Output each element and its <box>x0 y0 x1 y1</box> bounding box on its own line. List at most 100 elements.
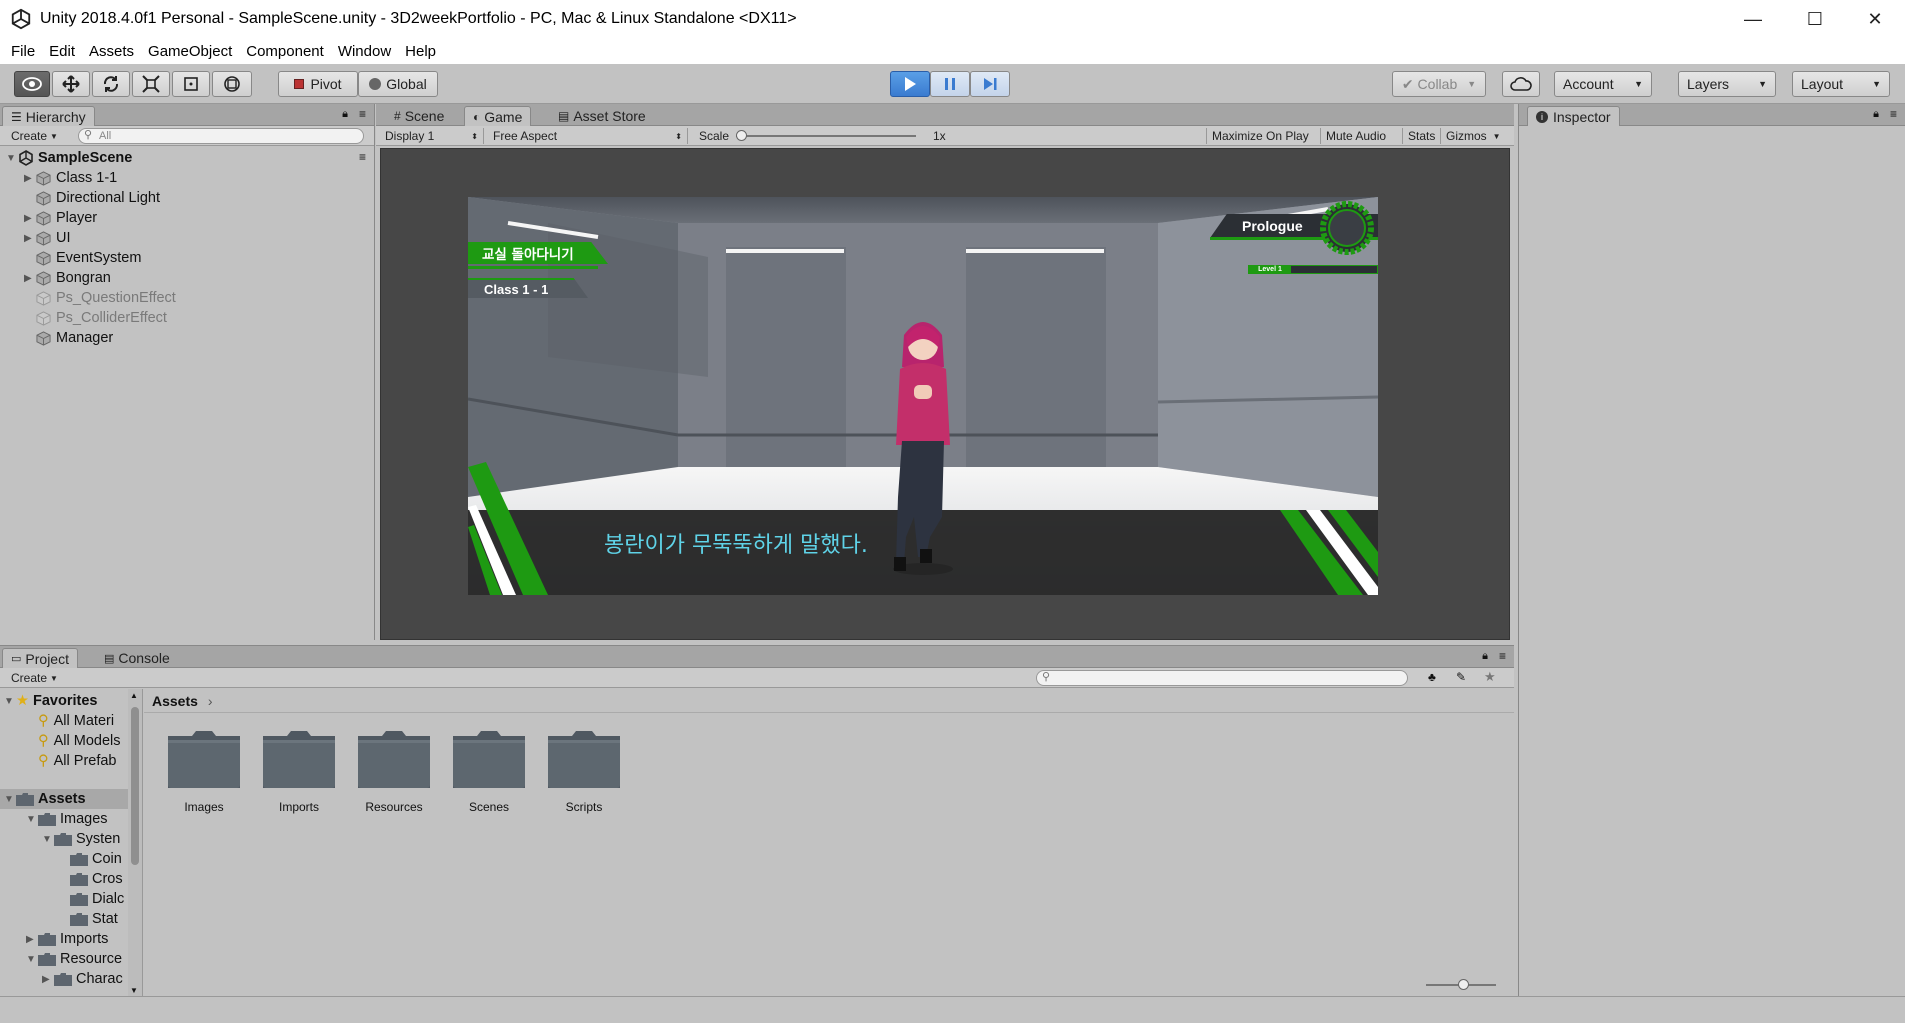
play-button[interactable] <box>890 71 930 97</box>
hierarchy-item[interactable]: EventSystem <box>24 248 141 268</box>
view-tool-button[interactable] <box>14 71 50 97</box>
asset-folder[interactable]: Scripts <box>534 724 634 824</box>
scale-tool-button[interactable] <box>132 71 170 97</box>
hierarchy-item[interactable]: Directional Light <box>24 188 160 208</box>
menu-gameobject[interactable]: GameObject <box>141 43 239 60</box>
hierarchy-item[interactable]: ▶ Bongran <box>24 268 111 288</box>
cloud-button[interactable] <box>1502 71 1540 97</box>
expand-arrow-icon[interactable]: ▼ <box>6 153 18 164</box>
panel-menu-icon[interactable]: ≡ <box>1499 649 1506 663</box>
stats-toggle[interactable]: Stats <box>1402 128 1440 144</box>
scene-menu-icon[interactable]: ≡ <box>359 150 366 164</box>
rotate-tool-button[interactable] <box>92 71 130 97</box>
expand-arrow-icon[interactable]: ▶ <box>24 173 36 184</box>
breadcrumb-assets[interactable]: Assets <box>152 693 198 709</box>
lock-icon[interactable]: 🔒︎ <box>1482 650 1488 663</box>
layers-dropdown[interactable]: Layers ▼ <box>1678 71 1776 97</box>
expand-arrow-icon[interactable]: ▶ <box>24 233 36 244</box>
asset-folder[interactable]: Resources <box>344 724 444 824</box>
filter-by-type-icon[interactable]: ♣ <box>1428 670 1436 684</box>
asset-tree-item[interactable]: Cros <box>58 869 123 889</box>
asset-tree-item[interactable]: ▼ Images <box>26 809 108 829</box>
aspect-dropdown[interactable]: Free Aspect ⬍ <box>488 128 688 144</box>
account-dropdown[interactable]: Account ▼ <box>1554 71 1652 97</box>
expand-arrow-icon[interactable]: ▼ <box>26 954 38 965</box>
scale-slider-thumb[interactable] <box>736 130 747 141</box>
menu-assets[interactable]: Assets <box>82 43 141 60</box>
asset-tree-item[interactable]: Coin <box>58 849 122 869</box>
maximize-button[interactable]: ☐ <box>1786 0 1844 38</box>
minimize-button[interactable]: — <box>1724 0 1782 38</box>
pivot-toggle[interactable]: Pivot <box>278 71 358 97</box>
hierarchy-item[interactable]: ▶ Player <box>24 208 97 228</box>
panel-menu-icon[interactable]: ≡ <box>359 107 366 121</box>
menu-window[interactable]: Window <box>331 43 398 60</box>
step-button[interactable] <box>970 71 1010 97</box>
mute-audio-toggle[interactable]: Mute Audio <box>1320 128 1391 144</box>
asset-tree-item[interactable]: ▼ Resource <box>26 949 122 969</box>
expand-arrow-icon[interactable]: ▼ <box>26 814 38 825</box>
hierarchy-item[interactable]: ▶ UI <box>24 228 71 248</box>
hierarchy-item[interactable]: Ps_ColliderEffect <box>24 308 167 328</box>
tree-scrollbar[interactable]: ▲ ▼ <box>128 689 142 997</box>
close-button[interactable]: ✕ <box>1846 0 1904 38</box>
tab-game[interactable]: ◐ Game <box>464 106 532 126</box>
favorite-item[interactable]: ⚲ All Materi <box>38 711 114 731</box>
tab-console[interactable]: ▤ Console <box>96 648 178 668</box>
panel-menu-icon[interactable]: ≡ <box>1890 107 1897 121</box>
asset-folder[interactable]: Scenes <box>439 724 539 824</box>
asset-folder[interactable]: Imports <box>249 724 349 824</box>
lock-icon[interactable]: 🔒︎ <box>1873 108 1879 121</box>
filter-by-label-icon[interactable]: ✎ <box>1456 670 1466 684</box>
gizmos-dropdown[interactable]: Gizmos ▼ <box>1440 128 1506 144</box>
tab-project[interactable]: ▭ Project <box>2 648 78 668</box>
asset-tree-item[interactable]: ▶ Charac <box>42 969 123 989</box>
expand-arrow-icon[interactable]: ▶ <box>24 213 36 224</box>
project-create-button[interactable]: Create ▼ <box>6 670 63 686</box>
assets-row[interactable]: ▼ Assets <box>4 789 86 809</box>
collab-dropdown[interactable]: ✔ Collab ▼ <box>1392 71 1486 97</box>
favorite-item[interactable]: ⚲ All Prefab <box>38 751 117 771</box>
maximize-on-play-toggle[interactable]: Maximize On Play <box>1206 128 1314 144</box>
hierarchy-create-button[interactable]: Create ▼ <box>6 128 63 144</box>
favorite-item[interactable]: ⚲ All Models <box>38 731 121 751</box>
hierarchy-item[interactable]: ▶ Class 1-1 <box>24 168 117 188</box>
asset-folder[interactable]: Images <box>154 724 254 824</box>
tab-inspector[interactable]: i Inspector <box>1527 106 1620 126</box>
icon-size-slider-thumb[interactable] <box>1458 979 1469 990</box>
asset-tree-item[interactable]: ▼ Systen <box>42 829 120 849</box>
tab-scene[interactable]: # Scene <box>386 106 452 126</box>
favorites-row[interactable]: ▼ ★ Favorites <box>4 691 97 711</box>
menu-edit[interactable]: Edit <box>42 43 82 60</box>
tab-hierarchy[interactable]: ☰ Hierarchy <box>2 106 95 126</box>
game-viewport[interactable]: 교실 돌아다니기 Class 1 - 1 Prologue Level 1 봉란… <box>380 148 1510 640</box>
rect-tool-button[interactable] <box>172 71 210 97</box>
tab-asset-store[interactable]: ▤ Asset Store <box>550 106 654 126</box>
expand-arrow-icon[interactable]: ▶ <box>42 974 54 985</box>
scroll-up-icon[interactable]: ▲ <box>130 691 138 700</box>
project-search-input[interactable] <box>1036 670 1408 686</box>
expand-arrow-icon[interactable]: ▼ <box>42 834 54 845</box>
global-toggle[interactable]: Global <box>358 71 438 97</box>
expand-arrow-icon[interactable]: ▼ <box>4 794 16 805</box>
hierarchy-item[interactable]: Ps_QuestionEffect <box>24 288 176 308</box>
menu-component[interactable]: Component <box>239 43 331 60</box>
menu-file[interactable]: File <box>4 43 42 60</box>
star-icon[interactable]: ★ <box>1484 669 1496 685</box>
layout-dropdown[interactable]: Layout ▼ <box>1792 71 1890 97</box>
tree-scrollbar-thumb[interactable] <box>131 707 139 865</box>
scale-slider[interactable] <box>736 135 916 137</box>
move-tool-button[interactable] <box>52 71 90 97</box>
expand-arrow-icon[interactable]: ▼ <box>4 696 16 707</box>
expand-arrow-icon[interactable]: ▶ <box>26 934 38 945</box>
lock-icon[interactable]: 🔒︎ <box>342 108 348 121</box>
hierarchy-item[interactable]: Manager <box>24 328 113 348</box>
pause-button[interactable] <box>930 71 970 97</box>
expand-arrow-icon[interactable]: ▶ <box>24 273 36 284</box>
asset-tree-item[interactable]: Stat <box>58 909 118 929</box>
asset-tree-item[interactable]: ▶ Imports <box>26 929 108 949</box>
menu-help[interactable]: Help <box>398 43 443 60</box>
hierarchy-search-input[interactable]: All <box>78 128 364 144</box>
scene-row[interactable]: ▼ SampleScene <box>6 148 132 168</box>
transform-tool-button[interactable] <box>212 71 252 97</box>
